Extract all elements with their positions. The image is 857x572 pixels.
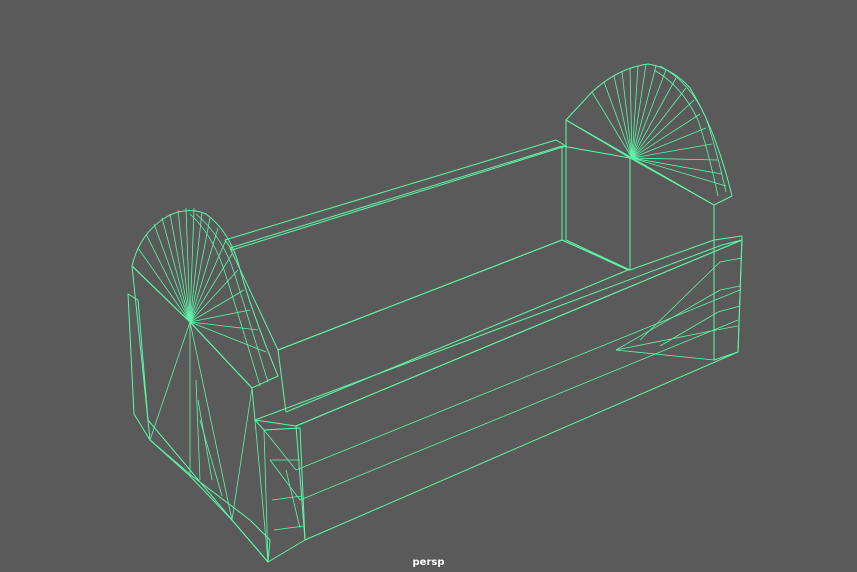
front-wall-top-face [254,239,743,427]
front-wall-seam-lower [299,319,739,501]
left-end-detail-lines [149,321,305,563]
box-mesh-wireframe[interactable] [0,0,857,572]
left-end-front-face [131,265,306,563]
right-end-outer-face [713,235,743,361]
left-arch [131,210,279,389]
back-wall-face [229,145,563,351]
right-end-panel [565,119,715,271]
camera-name-label: persp [412,557,445,568]
front-wall-front-face [295,239,743,541]
persp-viewport[interactable]: persp [0,0,857,572]
right-end-inner-face [561,145,631,271]
left-end-side-face [127,293,271,563]
left-arch-fan-lines [131,207,269,389]
box-floor-face [277,239,629,413]
right-end-detail-lines [615,257,743,361]
